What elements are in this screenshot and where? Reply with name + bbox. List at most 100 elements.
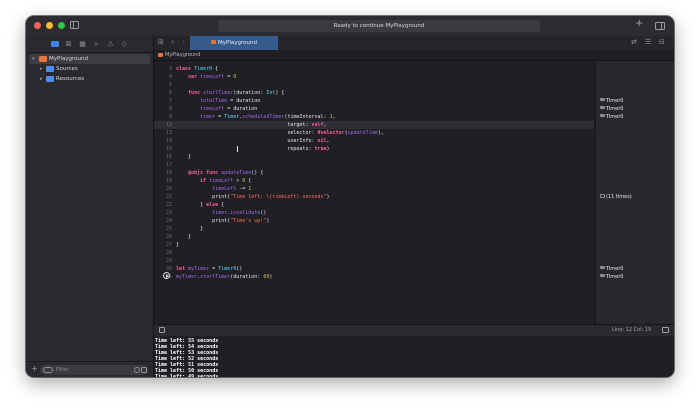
chevron-right-icon[interactable]: ▸ xyxy=(40,74,43,84)
code-line[interactable]: 13 selector: #selector(updateTime), xyxy=(154,129,594,137)
result-value[interactable]: Timer0 xyxy=(600,273,623,281)
back-icon[interactable]: ‹ xyxy=(171,37,174,46)
source-control-icon[interactable]: ⊠ xyxy=(64,40,73,49)
find-icon[interactable]: ⌕ xyxy=(92,40,101,49)
tree-item-sources[interactable]: ▸ Sources xyxy=(26,64,153,74)
tree-item-resources[interactable]: ▸ Resources xyxy=(26,74,153,84)
changed-files-icon[interactable] xyxy=(141,367,147,373)
debug-layout-icon[interactable] xyxy=(662,327,669,333)
line-number: 31 xyxy=(165,274,172,280)
code-line[interactable]: 5 xyxy=(154,81,594,89)
zoom-button[interactable] xyxy=(58,22,65,29)
hide-debug-area-icon[interactable] xyxy=(159,327,165,333)
code-line[interactable]: 26 } xyxy=(154,233,594,241)
result-value[interactable]: Timer0 xyxy=(600,265,623,273)
code-line[interactable]: 3 class Timer0 { xyxy=(154,65,594,73)
minimize-button[interactable] xyxy=(46,22,53,29)
code-line[interactable]: 27} xyxy=(154,241,594,249)
folder-icon[interactable] xyxy=(50,40,59,49)
code-line[interactable]: 25 } xyxy=(154,225,594,233)
line-number: 6 xyxy=(168,90,172,96)
inspector-toggle-icon[interactable] xyxy=(655,22,665,30)
breadcrumb[interactable]: MyPlayground xyxy=(165,50,200,60)
code-line[interactable]: 18 @objc func updateTime() { xyxy=(154,169,594,177)
code-line[interactable]: 30 let myTimer = Timer0() xyxy=(154,265,594,273)
code-text: target: self, xyxy=(287,122,327,128)
source-editor[interactable]: 3 class Timer0 {4 var timeLeft = 056 func… xyxy=(154,61,594,324)
sidebar-footer: + Filter xyxy=(26,361,153,377)
code-line[interactable]: 29 xyxy=(154,257,594,265)
code-line[interactable]: 19 if timeLeft > 0 { xyxy=(154,177,594,185)
filter-options-icon[interactable] xyxy=(43,367,53,373)
line-number: 13 xyxy=(165,130,172,136)
code-line[interactable]: 14 userInfo: nil, xyxy=(154,137,594,145)
code-text: userInfo: nil, xyxy=(287,138,330,144)
tree-item-label: Resources xyxy=(56,76,85,82)
related-items-icon[interactable]: ⊞ xyxy=(158,38,164,46)
bookmark-icon[interactable]: ▦ xyxy=(78,40,87,49)
code-line[interactable]: 9 timer = Timer.scheduledTimer(timeInter… xyxy=(154,113,594,121)
forward-icon[interactable]: › xyxy=(182,37,185,46)
tree-item-label: MyPlayground xyxy=(49,56,88,62)
code-review-icon[interactable]: ⇄ xyxy=(631,38,637,46)
test-icon[interactable]: ◇ xyxy=(120,40,129,49)
line-number: 5 xyxy=(168,82,172,88)
tree-item-label: Sources xyxy=(56,66,78,72)
code-line[interactable]: 6 func startTimer(duration: Int) { xyxy=(154,89,594,97)
code-line[interactable]: 7 totalTime = duration xyxy=(154,97,594,105)
add-icon[interactable]: + xyxy=(635,18,643,29)
code-line[interactable]: 8 timeLeft = duration xyxy=(154,105,594,113)
code-line[interactable]: 21 print("Time left: \(timeLeft) seconds… xyxy=(154,193,594,201)
code-line[interactable]: 15 repeats: true) xyxy=(154,145,594,153)
project-tree: ▾ MyPlayground ▸ Sources ▸ Resources xyxy=(26,54,153,84)
console-output[interactable]: Time left: 55 seconds Time left: 54 secon… xyxy=(154,336,674,377)
quick-look-icon[interactable] xyxy=(600,266,605,269)
chevron-down-icon[interactable]: ▾ xyxy=(32,54,35,64)
editor-options-icon[interactable]: ☰ xyxy=(645,38,651,46)
jump-bar[interactable]: MyPlayground xyxy=(154,50,674,61)
line-number: 18 xyxy=(165,170,172,176)
result-value[interactable]: Timer0 xyxy=(600,105,623,113)
add-file-icon[interactable]: + xyxy=(31,364,38,373)
quick-look-icon[interactable] xyxy=(600,274,605,277)
tab-myplayground[interactable]: MyPlayground xyxy=(190,36,278,50)
results-sidebar: Timer0 Timer0 Timer0 (11 times) Timer0 Timer0 xyxy=(595,61,674,324)
quick-look-icon[interactable] xyxy=(600,194,605,198)
code-line[interactable]: 20 timeLeft -= 1 xyxy=(154,185,594,193)
sidebar-toggle-icon[interactable] xyxy=(70,21,79,29)
result-text: Timer0 xyxy=(606,274,624,280)
quick-look-icon[interactable] xyxy=(600,106,605,109)
playground-icon xyxy=(211,40,217,44)
result-text: (11 times) xyxy=(606,194,632,200)
code-text: } xyxy=(176,242,180,248)
close-button[interactable] xyxy=(34,22,41,29)
code-line[interactable]: 12 target: self, xyxy=(154,121,594,129)
result-value[interactable]: Timer0 xyxy=(600,97,623,105)
code-text: timer.invalidate() xyxy=(212,210,267,216)
code-line[interactable]: 22 } else { xyxy=(154,201,594,209)
add-editor-icon[interactable]: ⊟ xyxy=(659,38,665,46)
recent-files-icon[interactable] xyxy=(134,367,140,373)
result-value[interactable]: (11 times) xyxy=(600,193,632,201)
line-number: 20 xyxy=(165,186,172,192)
code-line[interactable]: 4 var timeLeft = 0 xyxy=(154,73,594,81)
result-value[interactable]: Timer0 xyxy=(600,113,623,121)
quick-look-icon[interactable] xyxy=(600,98,605,101)
issue-icon[interactable]: ⚠ xyxy=(106,40,115,49)
code-line[interactable]: 17 xyxy=(154,161,594,169)
quick-look-icon[interactable] xyxy=(600,114,605,117)
line-number: 22 xyxy=(165,202,172,208)
filter-field[interactable]: Filter xyxy=(40,365,148,375)
code-line[interactable]: 24 print("Time's up!") xyxy=(154,217,594,225)
code-line[interactable]: 16 } xyxy=(154,153,594,161)
line-number: 12 xyxy=(165,122,172,128)
tree-item-myplayground[interactable]: ▾ MyPlayground xyxy=(29,54,150,64)
activity-status: Ready to continue MyPlayground xyxy=(218,20,540,32)
code-text: let myTimer = Timer0() xyxy=(176,266,243,272)
chevron-right-icon[interactable]: ▸ xyxy=(40,64,43,74)
code-line[interactable]: 28 xyxy=(154,249,594,257)
filter-placeholder: Filter xyxy=(56,367,69,373)
code-line[interactable]: 23 timer.invalidate() xyxy=(154,209,594,217)
code-line[interactable]: 31 myTimer.startTimer(duration: 60) xyxy=(154,273,594,281)
code-text: myTimer.startTimer(duration: 60) xyxy=(176,274,273,280)
